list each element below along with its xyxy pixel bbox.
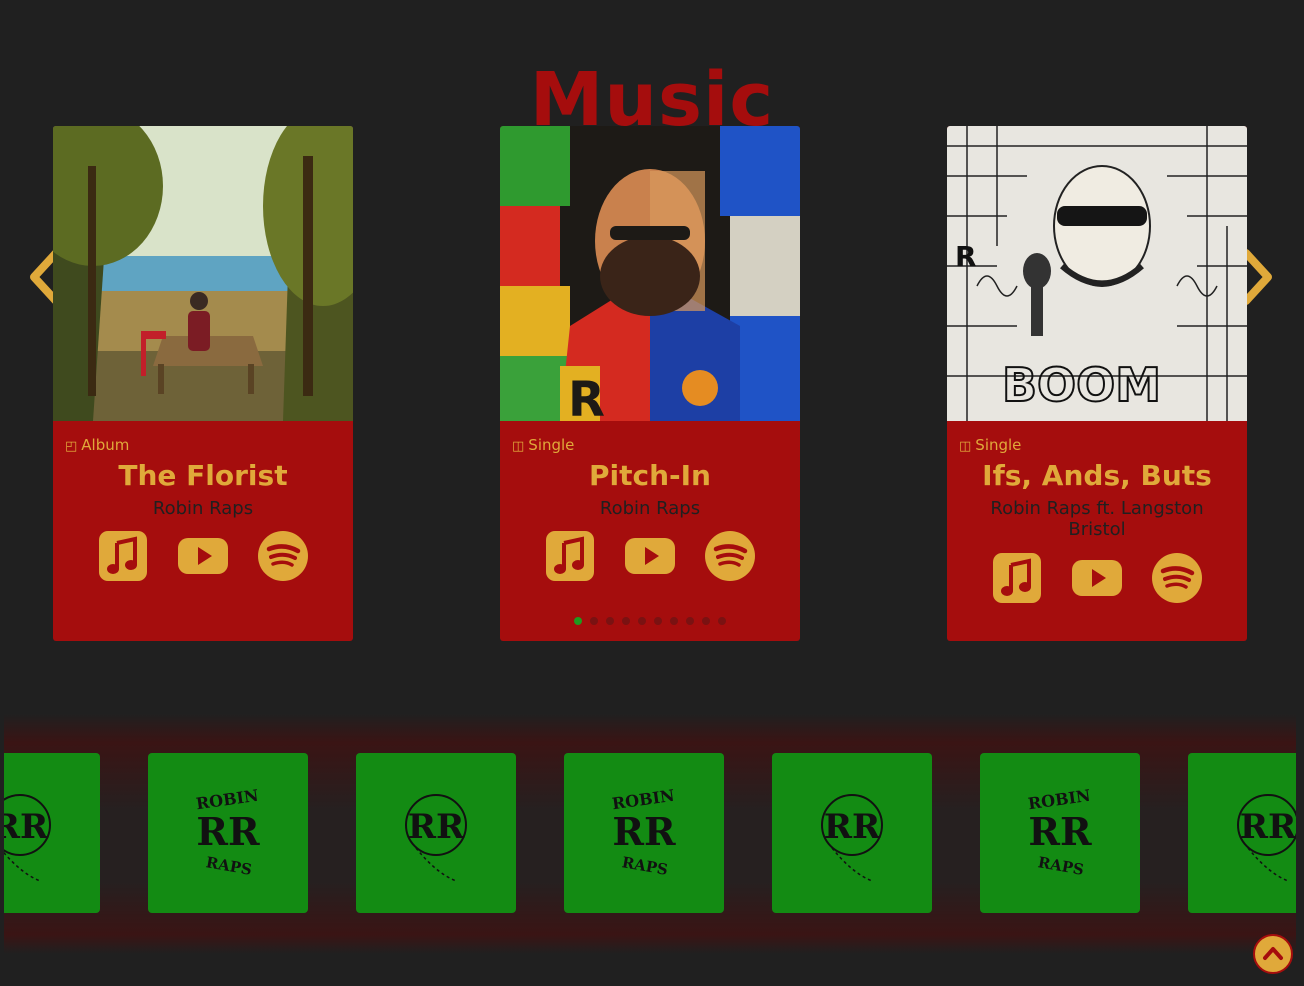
carousel-dot[interactable] [654, 617, 662, 625]
robin-raps-logo: RR [405, 794, 467, 882]
logo-tile: ROBIN RR RAPS [980, 753, 1140, 913]
album-cover-image[interactable]: R [500, 126, 800, 421]
spotify-link[interactable] [1152, 553, 1202, 603]
music-card: R ◫ Single Pitch-In Robin Raps [500, 126, 800, 641]
release-artist: Robin Raps [599, 498, 701, 519]
logo-text: RR [1028, 809, 1092, 854]
youtube-icon [625, 538, 675, 574]
youtube-link[interactable] [178, 531, 228, 581]
robin-raps-logo: RR [4, 794, 51, 882]
logo-tile: RR [4, 753, 100, 913]
spotify-icon [705, 531, 755, 581]
carousel-dot[interactable] [670, 617, 678, 625]
single-icon: ◫ [959, 439, 972, 454]
carousel-dot[interactable] [702, 617, 710, 625]
apple-music-link[interactable] [992, 553, 1042, 603]
carousel-dot[interactable] [590, 617, 598, 625]
carousel-dot[interactable] [606, 617, 614, 625]
release-type-label: ◰ Album [65, 436, 130, 454]
release-title: The Florist [118, 459, 288, 492]
youtube-icon [178, 538, 228, 574]
music-card: ◰ Album The Florist Robin Raps [53, 126, 353, 641]
release-title: Pitch-In [588, 459, 711, 492]
album-icon: ◰ [65, 439, 78, 454]
spotify-icon [258, 531, 308, 581]
carousel-pagination [500, 617, 800, 625]
release-title: Ifs, Ands, Buts [982, 459, 1212, 492]
chevron-up-icon [1263, 947, 1283, 960]
carousel-dot[interactable] [574, 617, 582, 625]
logo-tile: RR [772, 753, 932, 913]
spotify-icon [1152, 553, 1202, 603]
carousel-dot[interactable] [622, 617, 630, 625]
youtube-icon [1072, 560, 1122, 596]
logo-text: RAPS [205, 853, 254, 879]
logo-tile: RR [1188, 753, 1296, 913]
logo-text: RR [196, 809, 260, 854]
release-artist: Robin Raps [152, 498, 254, 519]
logo-text: RR [1240, 807, 1296, 847]
back-to-top-button[interactable] [1253, 934, 1293, 974]
carousel-dot[interactable] [718, 617, 726, 625]
logo-tile: RR [356, 753, 516, 913]
robin-raps-logo: RR [821, 794, 883, 882]
carousel-dot[interactable] [638, 617, 646, 625]
robin-raps-logo: RR [1237, 794, 1296, 882]
release-type-label: ◫ Single [959, 436, 1022, 454]
album-cover-image[interactable]: BOOM R [947, 126, 1247, 421]
spotify-link[interactable] [705, 531, 755, 581]
apple-music-link[interactable] [545, 531, 595, 581]
youtube-link[interactable] [1072, 553, 1122, 603]
svg-text:BOOM: BOOM [1002, 358, 1161, 412]
logo-text: RAPS [1037, 853, 1086, 879]
logo-text: RR [408, 807, 465, 847]
robin-raps-logo: ROBINRRRAPS [195, 786, 260, 879]
apple-music-link[interactable] [98, 531, 148, 581]
svg-text:R: R [955, 240, 977, 273]
logo-tile: ROBIN RR RAPS [564, 753, 724, 913]
logo-tile: ROBIN RR RAPS [148, 753, 308, 913]
music-card: BOOM R ◫ Single Ifs, Ands, Buts Robin Rap… [947, 126, 1247, 641]
apple-music-icon [99, 531, 147, 581]
logo-text: RAPS [621, 853, 670, 879]
robin-raps-logo: ROBINRRRAPS [1027, 786, 1092, 879]
single-icon: ◫ [512, 439, 525, 454]
release-artist: Robin Raps ft. Langston Bristol [990, 498, 1204, 540]
spotify-link[interactable] [258, 531, 308, 581]
logo-marquee: RR ROBIN RR RAPS RR ROBIN RR RAPS RR ROBIN RR RAPS R… [4, 714, 1296, 954]
youtube-link[interactable] [625, 531, 675, 581]
apple-music-icon [993, 553, 1041, 603]
logo-text: RR [4, 807, 49, 847]
apple-music-icon [546, 531, 594, 581]
svg-text:R: R [568, 372, 605, 421]
carousel-dot[interactable] [686, 617, 694, 625]
album-cover-image[interactable] [53, 126, 353, 421]
robin-raps-logo: ROBINRRRAPS [611, 786, 676, 879]
release-type-label: ◫ Single [512, 436, 575, 454]
logo-text: RR [612, 809, 676, 854]
logo-text: RR [824, 807, 881, 847]
